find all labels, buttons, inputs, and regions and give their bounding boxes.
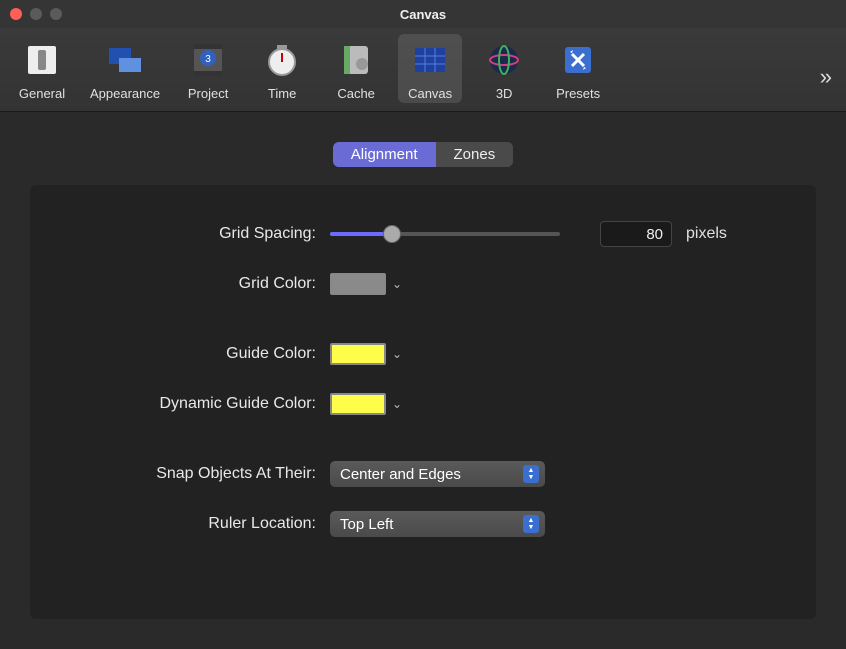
form-area: Grid Spacing: 80 pixels Grid Color: (30, 185, 816, 619)
tab-label: Presets (556, 86, 600, 101)
tab-label: Project (188, 86, 228, 101)
appearance-icon (103, 38, 147, 82)
titlebar: Canvas (0, 0, 846, 28)
ruler-location-popup[interactable]: Top Left ▲▼ (330, 511, 545, 537)
snap-objects-label: Snap Objects At Their: (50, 465, 330, 483)
window-title: Canvas (400, 7, 446, 22)
tab-label: 3D (496, 86, 513, 101)
tab-presets[interactable]: Presets (546, 34, 610, 103)
popup-arrows-icon: ▲▼ (523, 515, 539, 533)
tab-time[interactable]: Time (250, 34, 314, 103)
dynamic-guide-color-swatch[interactable] (330, 393, 386, 415)
subtab-zones[interactable]: Zones (436, 142, 514, 167)
tab-general[interactable]: General (10, 34, 74, 103)
preferences-toolbar: General Appearance 3 Project Time Cache (0, 28, 846, 112)
general-icon (20, 38, 64, 82)
subtab-alignment[interactable]: Alignment (333, 142, 436, 167)
guide-color-label: Guide Color: (50, 345, 330, 363)
tab-appearance[interactable]: Appearance (84, 34, 166, 103)
grid-spacing-value[interactable]: 80 (600, 221, 672, 247)
tab-label: Time (268, 86, 296, 101)
chevron-down-icon[interactable]: ⌄ (392, 277, 402, 291)
dynamic-guide-color-label: Dynamic Guide Color: (50, 395, 330, 413)
popup-arrows-icon: ▲▼ (523, 465, 539, 483)
tab-label: Cache (337, 86, 375, 101)
ruler-location-value: Top Left (340, 516, 393, 533)
tab-project[interactable]: 3 Project (176, 34, 240, 103)
3d-icon (482, 38, 526, 82)
close-button[interactable] (10, 8, 22, 20)
chevron-down-icon[interactable]: ⌄ (392, 347, 402, 361)
toolbar-overflow-icon[interactable]: » (820, 64, 832, 90)
grid-spacing-label: Grid Spacing: (50, 225, 330, 243)
presets-icon (556, 38, 600, 82)
svg-text:3: 3 (205, 54, 211, 65)
time-icon (260, 38, 304, 82)
canvas-icon (408, 38, 452, 82)
project-icon: 3 (186, 38, 230, 82)
cache-icon (334, 38, 378, 82)
guide-color-swatch[interactable] (330, 343, 386, 365)
grid-spacing-slider[interactable] (330, 224, 560, 244)
tab-label: Appearance (90, 86, 160, 101)
grid-spacing-unit: pixels (686, 225, 727, 243)
tab-label: General (19, 86, 65, 101)
minimize-button[interactable] (30, 8, 42, 20)
grid-color-label: Grid Color: (50, 275, 330, 293)
zoom-button[interactable] (50, 8, 62, 20)
tab-canvas[interactable]: Canvas (398, 34, 462, 103)
tab-label: Canvas (408, 86, 452, 101)
snap-objects-value: Center and Edges (340, 466, 461, 483)
tab-cache[interactable]: Cache (324, 34, 388, 103)
chevron-down-icon[interactable]: ⌄ (392, 397, 402, 411)
snap-objects-popup[interactable]: Center and Edges ▲▼ (330, 461, 545, 487)
grid-color-swatch[interactable] (330, 273, 386, 295)
ruler-location-label: Ruler Location: (50, 515, 330, 533)
tab-3d[interactable]: 3D (472, 34, 536, 103)
subtab-segmented: Alignment Zones (30, 142, 816, 167)
